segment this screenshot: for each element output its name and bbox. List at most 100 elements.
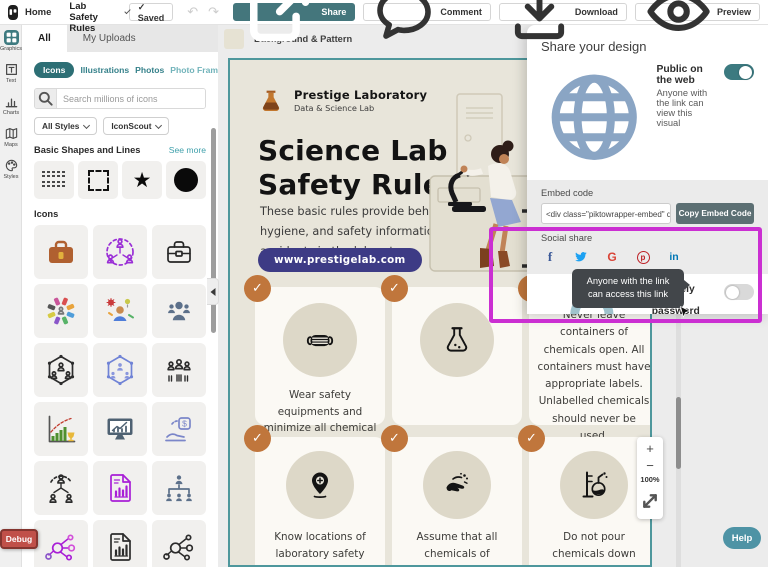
icon-tile-briefcase[interactable]: [34, 225, 88, 279]
share-button[interactable]: Share: [233, 0, 356, 42]
icon-tile-doc-chart[interactable]: [93, 461, 147, 515]
shape-dashed-lines[interactable]: [34, 161, 74, 199]
poster-brand[interactable]: Prestige Laboratory Data & Science Lab: [256, 88, 427, 118]
poster-card[interactable]: Do not pour chemicals down drains. Do no…: [529, 437, 650, 565]
filter-all-styles[interactable]: All Styles: [34, 117, 98, 135]
tooltip-arrow: [684, 280, 690, 290]
icon-tile-briefcase-outline[interactable]: [152, 225, 206, 279]
pill-illustrations[interactable]: Illustrations: [80, 65, 129, 75]
flask-logo-icon: [256, 88, 286, 118]
flask-stand-icon: [560, 451, 628, 519]
icon-tile-people-network[interactable]: [93, 225, 147, 279]
see-more-link[interactable]: See more: [169, 145, 206, 155]
icon-tile-people-group[interactable]: [152, 343, 206, 397]
zoom-level[interactable]: 100%: [640, 475, 659, 484]
search-input[interactable]: [57, 89, 205, 108]
poster-card[interactable]: Wear safety equipments and minimize all …: [255, 287, 385, 451]
rail-item-text[interactable]: Text: [0, 57, 22, 89]
link-access-tooltip: Anyone with the link can access this lin…: [572, 269, 690, 308]
rail-item-charts[interactable]: Charts: [0, 89, 22, 121]
tab-all[interactable]: All: [22, 25, 67, 52]
graphics-panel: All My Uploads Icons Illustrations Photos Ph…: [22, 25, 218, 567]
redo-icon[interactable]: ↷: [208, 4, 219, 20]
panel-tabs: All My Uploads: [22, 25, 218, 52]
svg-text:$: $: [182, 419, 187, 429]
embed-code-input[interactable]: <div class="piktowrapper-embed" data-u: [541, 203, 671, 225]
icon-tile-growth-chart[interactable]: [34, 402, 88, 456]
brand-name: Prestige Laboratory: [294, 88, 428, 102]
search-icon: [35, 89, 57, 108]
check-badge: ✓: [518, 425, 545, 452]
debug-button[interactable]: Debug: [0, 529, 38, 549]
rail-item-maps[interactable]: Maps: [0, 121, 22, 153]
icon-tile-segmented-circle[interactable]: [34, 284, 88, 338]
bars-icon: [4, 94, 19, 109]
fit-screen-icon[interactable]: [637, 488, 663, 514]
palette-icon: [4, 158, 19, 173]
public-on-web-row: Public on the web Anyone with the link c…: [541, 64, 754, 170]
icon-tile-molecule-outline[interactable]: [152, 520, 206, 567]
icons-grid: $: [34, 225, 206, 567]
pin-icon: [286, 451, 354, 519]
icon-tile-person-ideas[interactable]: [93, 284, 147, 338]
download-icon: [508, 0, 571, 44]
canvas-scrollbar-thumb[interactable]: [676, 397, 681, 469]
top-toolbar: Home Science Lab Safety Rules ✓ Saved ↶ …: [0, 0, 768, 42]
shape-filled-circle[interactable]: [166, 161, 206, 199]
help-button[interactable]: Help: [723, 527, 761, 549]
pill-photos[interactable]: Photos: [135, 65, 164, 75]
card-caption: Do not pour chemicals down drains. Do no…: [540, 531, 648, 565]
app-logo-icon[interactable]: [8, 4, 18, 20]
icon-tile-hex-people-outline[interactable]: [34, 343, 88, 397]
rail-item-graphics[interactable]: Graphics: [0, 25, 22, 57]
icon-tile-hand-dollar[interactable]: $: [152, 402, 206, 456]
embed-code-label: Embed code: [541, 188, 594, 199]
filter-dropdowns: All Styles IconScout: [34, 117, 206, 135]
pill-photo-frames[interactable]: Photo Frames: [170, 65, 218, 75]
document-title[interactable]: Science Lab Safety Rules: [69, 0, 115, 34]
check-badge: ✓: [244, 425, 271, 452]
shapes-section-title: Basic Shapes and Lines: [34, 145, 141, 155]
public-title: Public on the web: [656, 64, 703, 86]
zoom-out-button[interactable]: −: [646, 459, 654, 472]
icon-tile-people-hierarchy[interactable]: [34, 461, 88, 515]
icon-tile-doc-chart-outline[interactable]: [93, 520, 147, 567]
comment-icon: [372, 0, 436, 44]
zoom-controls: + − 100%: [637, 437, 663, 519]
home-button[interactable]: Home: [25, 7, 51, 18]
card-caption: Know locations of laboratory safety show…: [274, 531, 366, 565]
map-icon: [4, 126, 19, 141]
icon-tile-molecule[interactable]: [34, 520, 88, 567]
icon-tile-hex-people[interactable]: [93, 343, 147, 397]
panel-collapse-handle[interactable]: [207, 278, 219, 305]
globe-icon: [541, 64, 647, 170]
public-toggle[interactable]: [724, 64, 754, 80]
shape-star[interactable]: ★: [122, 161, 162, 199]
icon-tile-team[interactable]: [152, 284, 206, 338]
preview-button[interactable]: Preview: [634, 0, 761, 32]
background-swatch[interactable]: [224, 29, 244, 49]
filter-iconscout[interactable]: IconScout: [103, 117, 170, 135]
shape-dashed-square[interactable]: [78, 161, 118, 199]
asset-type-pills: Icons Illustrations Photos Photo Frames: [34, 62, 218, 78]
rail-item-styles[interactable]: Styles: [0, 153, 22, 185]
brand-tagline: Data & Science Lab: [294, 103, 375, 113]
chevron-down-icon: [83, 121, 91, 129]
download-button[interactable]: Download: [498, 0, 627, 39]
share-icon: [242, 0, 317, 50]
undo-icon[interactable]: ↶: [187, 4, 198, 20]
check-badge: ✓: [244, 275, 271, 302]
left-rail: Graphics Text Charts Maps Styles: [0, 25, 22, 567]
comment-button[interactable]: Comment: [363, 0, 491, 39]
check-badge: ✓: [381, 275, 408, 302]
poster-card[interactable]: Assume that all chemicals of unknown tox…: [392, 437, 522, 565]
flask-icon: [420, 303, 494, 377]
poster-card[interactable]: Know locations of laboratory safety show…: [255, 437, 385, 565]
icon-tile-monitor-chart[interactable]: [93, 402, 147, 456]
icon-tile-org-chart[interactable]: [152, 461, 206, 515]
website-pill[interactable]: www.prestigelab.com: [258, 248, 422, 272]
saved-status-button[interactable]: ✓ Saved: [128, 2, 174, 23]
copy-embed-code-button[interactable]: Copy Embed Code: [676, 203, 754, 225]
zoom-in-button[interactable]: +: [646, 442, 654, 455]
pill-icons[interactable]: Icons: [34, 62, 75, 78]
